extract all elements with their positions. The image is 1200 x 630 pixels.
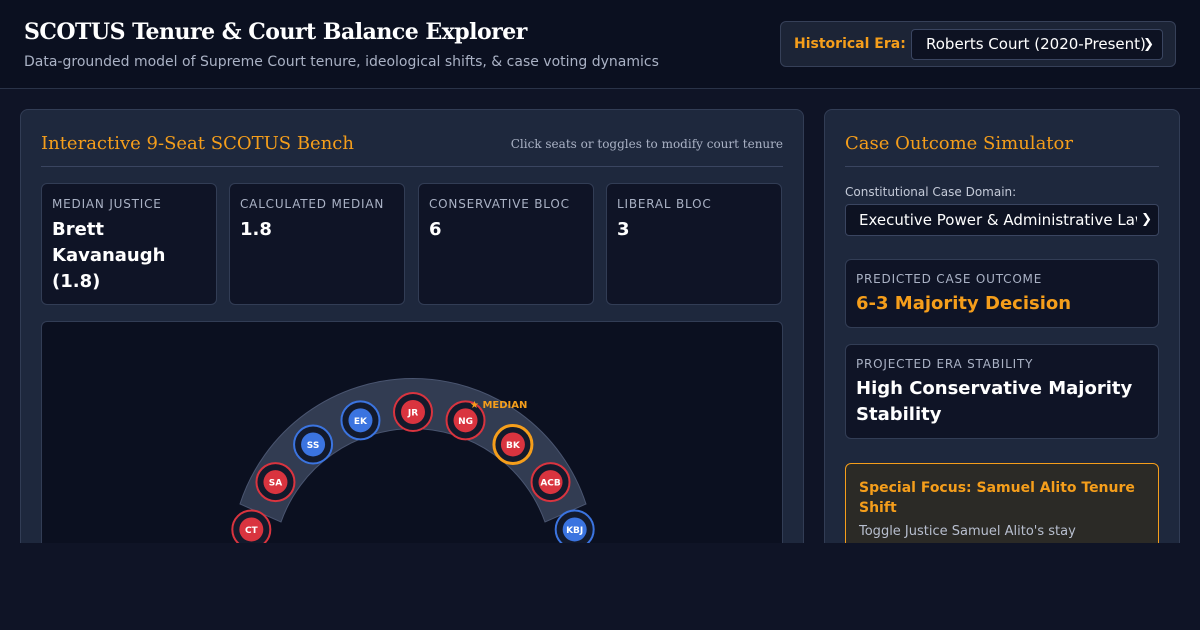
stat-label: Liberal Bloc	[617, 197, 712, 211]
justice-seat-acb[interactable]: ACB	[530, 462, 571, 503]
special-focus-title: Special Focus: Samuel Alito Tenure Shift	[859, 480, 1135, 516]
seat-initials: SS	[307, 441, 320, 451]
app-header: SCOTUS Tenure & Court Balance Explorer D…	[0, 0, 1200, 89]
predicted-outcome-label: Predicted Case Outcome	[856, 272, 1043, 286]
seat-initials: KBJ	[566, 526, 583, 536]
stat-label: Median Justice	[52, 197, 162, 211]
era-stability-value: High Conservative Majority Stability	[856, 378, 1133, 425]
app-subtitle: Data-grounded model of Supreme Court ten…	[24, 54, 659, 70]
simulator-panel-title: Case Outcome Simulator	[845, 133, 1073, 154]
seat-initials: BK	[506, 441, 521, 451]
bench-panel-title: Interactive 9-Seat SCOTUS Bench	[41, 133, 354, 154]
stat-value: 1.8	[240, 219, 272, 240]
simulator-panel-divider	[845, 166, 1159, 167]
justice-seat-kbj[interactable]: KBJ	[554, 509, 595, 543]
bench-svg: CT SA SS EK JR NG BK ACB KBJ ★ MEDIAN	[231, 378, 595, 543]
stat-label: Calculated Median	[240, 197, 385, 211]
bench-visualization: CT SA SS EK JR NG BK ACB KBJ ★ MEDIAN	[41, 321, 783, 543]
seat-initials: JR	[407, 409, 418, 419]
stat-value: Brett Kavanaugh (1.8)	[52, 219, 166, 292]
predicted-outcome-card: Predicted Case Outcome 6-3 Majority Deci…	[845, 259, 1159, 328]
stat-card-liberal-bloc: Liberal Bloc 3	[606, 183, 782, 305]
bench-panel-hint: Click seats or toggles to modify court t…	[510, 137, 783, 151]
justice-seat-ct[interactable]: CT	[231, 509, 272, 543]
justice-seat-ss[interactable]: SS	[293, 424, 334, 465]
median-marker-label: ★ MEDIAN	[470, 400, 527, 411]
era-select-value: Roberts Court (2020-Present)	[926, 35, 1146, 53]
chevron-down-icon: ❯	[1137, 205, 1152, 235]
seat-initials: CT	[245, 526, 259, 536]
predicted-outcome-value: 6-3 Majority Decision	[856, 293, 1072, 314]
stat-card-median-justice: Median Justice Brett Kavanaugh (1.8)	[41, 183, 217, 305]
app-title: SCOTUS Tenure & Court Balance Explorer	[24, 19, 527, 45]
app-viewport: SCOTUS Tenure & Court Balance Explorer D…	[0, 0, 1200, 543]
justice-seat-sa[interactable]: SA	[255, 462, 296, 503]
special-focus-card: Special Focus: Samuel Alito Tenure Shift…	[845, 463, 1159, 543]
special-focus-description: Toggle Justice Samuel Alito's stay	[859, 524, 1076, 539]
chevron-down-icon: ❯	[1143, 37, 1154, 52]
domain-label: Constitutional Case Domain:	[845, 185, 1017, 199]
seat-initials: ACB	[540, 479, 561, 489]
era-stability-label: Projected Era Stability	[856, 357, 1034, 371]
seat-initials: NG	[458, 417, 473, 427]
stat-value: 3	[617, 219, 630, 240]
justice-seat-bk[interactable]: BK	[492, 423, 534, 465]
simulator-panel: Case Outcome Simulator Constitutional Ca…	[824, 109, 1180, 543]
era-selector: Historical Era: Roberts Court (2020-Pres…	[780, 21, 1176, 67]
justice-seat-ek[interactable]: EK	[340, 400, 381, 441]
domain-select-value: Executive Power & Administrative Law	[859, 211, 1148, 229]
domain-select[interactable]: Executive Power & Administrative Law ❯	[845, 204, 1159, 236]
era-label: Historical Era:	[794, 36, 906, 52]
era-stability-card: Projected Era Stability High Conservativ…	[845, 344, 1159, 439]
stat-card-conservative-bloc: Conservative Bloc 6	[418, 183, 594, 305]
stat-value: 6	[429, 219, 442, 240]
justice-seat-jr[interactable]: JR	[393, 392, 433, 432]
stat-label: Conservative Bloc	[429, 197, 570, 211]
seat-initials: EK	[354, 417, 368, 427]
seat-initials: SA	[269, 479, 282, 489]
era-select[interactable]: Roberts Court (2020-Present) ❯	[911, 29, 1163, 60]
bench-panel-divider	[41, 166, 783, 167]
bench-panel: Interactive 9-Seat SCOTUS Bench Click se…	[20, 109, 804, 543]
stat-card-calculated-median: Calculated Median 1.8	[229, 183, 405, 305]
